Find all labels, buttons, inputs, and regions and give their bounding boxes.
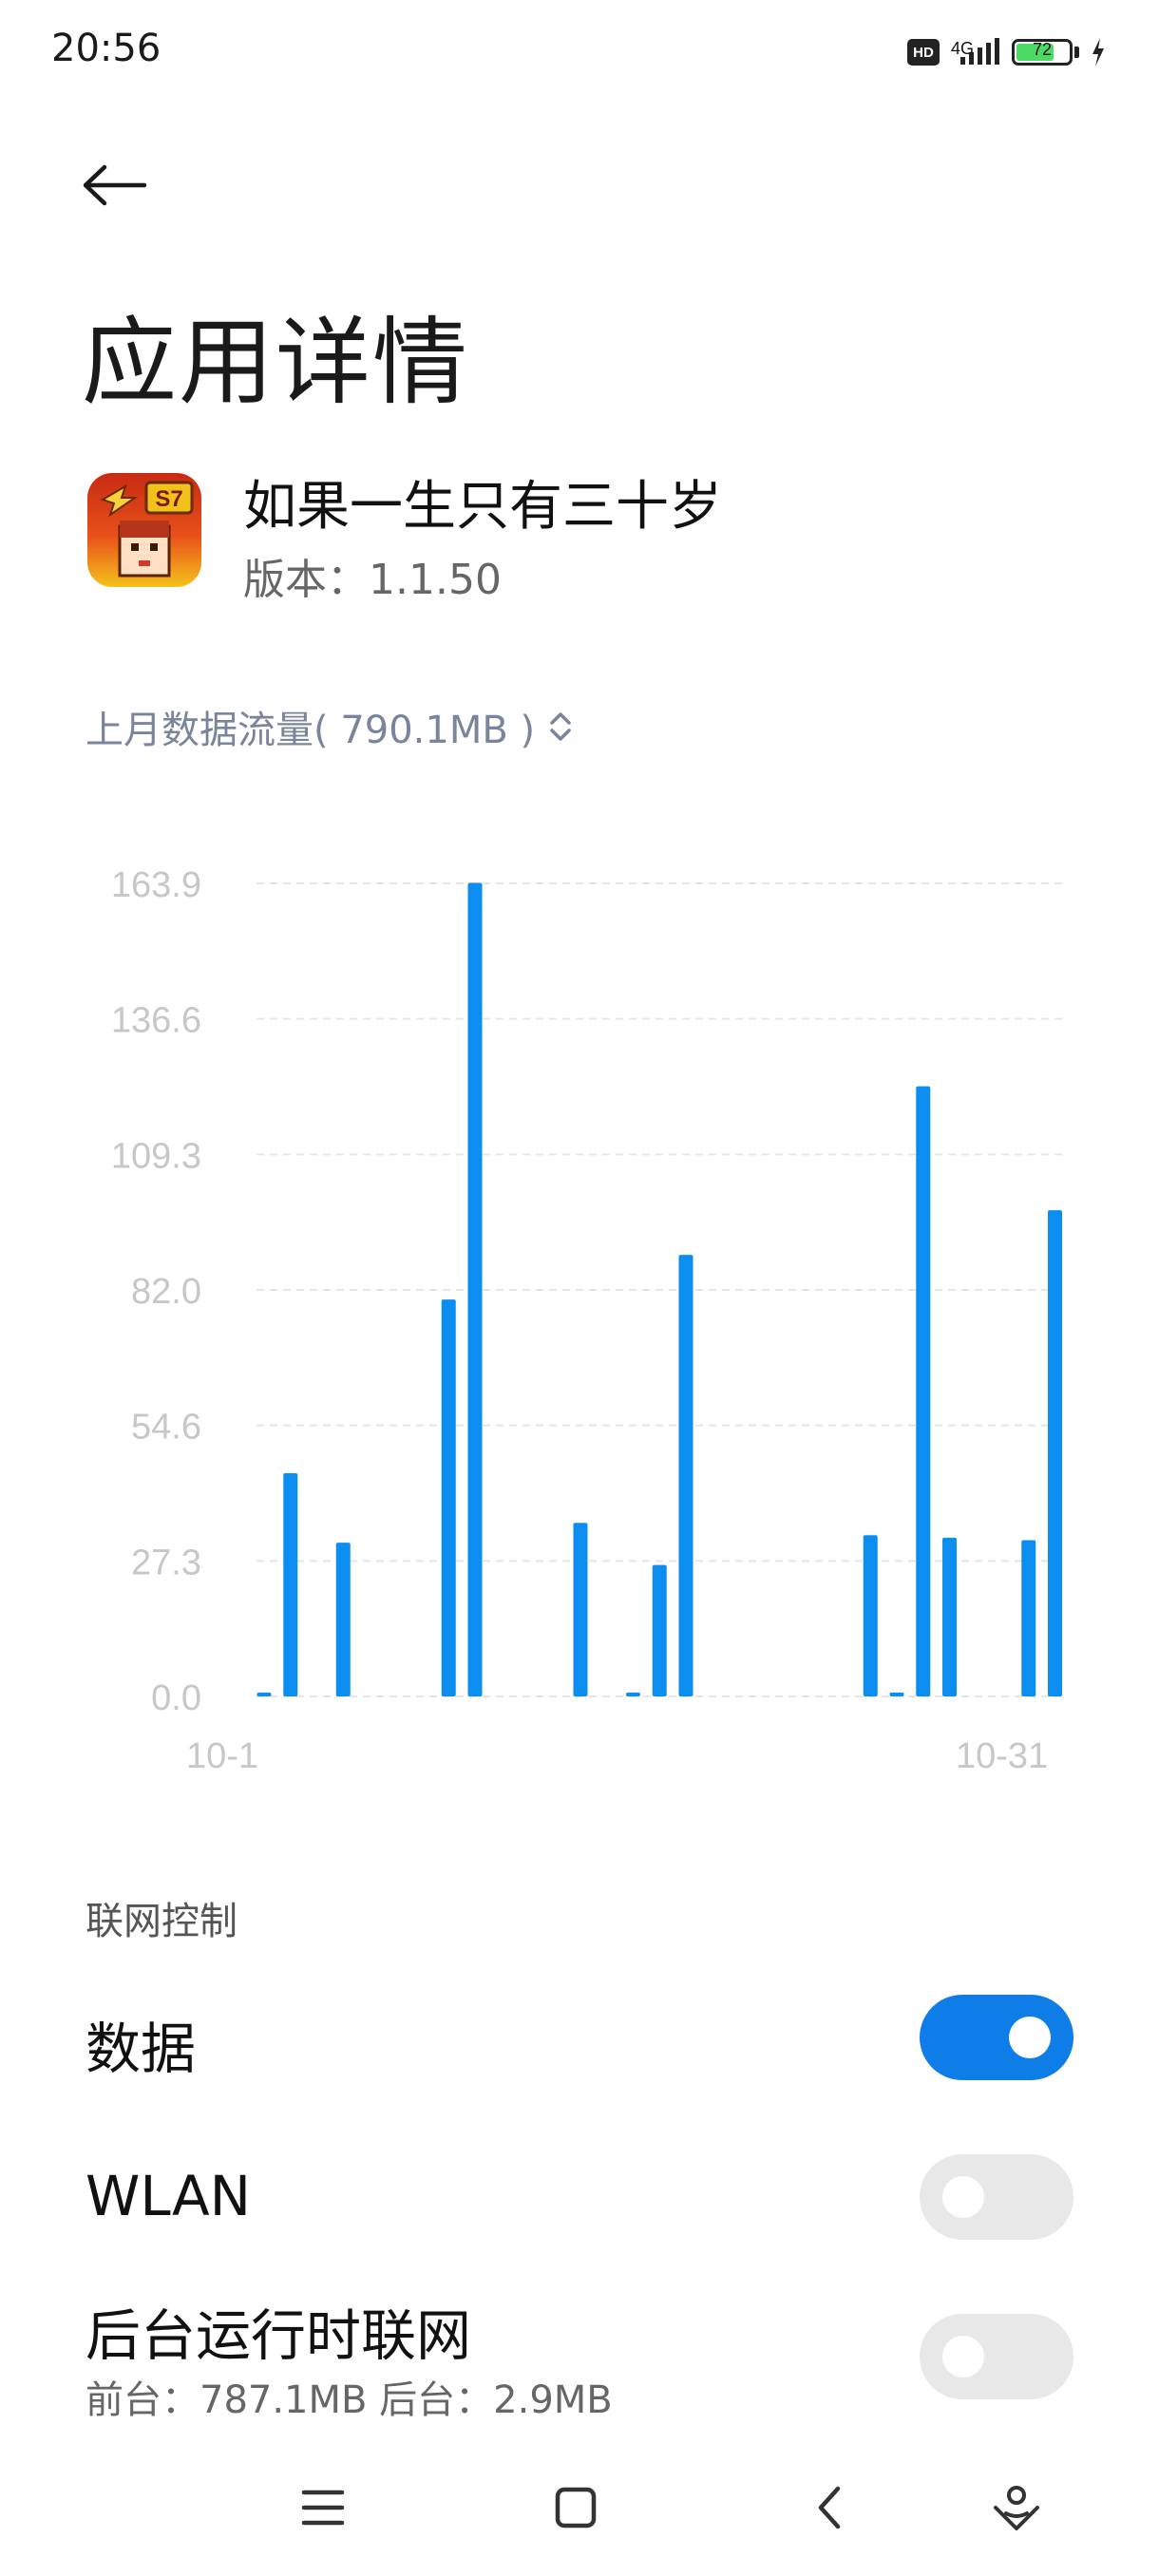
chart-bar-day-13 <box>573 1523 588 1696</box>
data-usage-chart: 163.9 136.6 109.3 82.0 54.6 27.3 0.0 10-1 10-3… <box>111 865 1066 1776</box>
status-icons: HD 4G 72 <box>906 32 1106 72</box>
signal-icon: 4G <box>951 38 1000 66</box>
background-network-row: 后台运行时联网 前台：787.1MB 后台：2.9MB <box>86 2291 1074 2434</box>
battery-icon: 72 <box>1012 39 1073 66</box>
toggle-knob <box>942 2176 984 2218</box>
y-tick-label: 82.0 <box>131 1272 201 1312</box>
app-icon-badge: S7 <box>155 486 182 512</box>
data-usage-period-selector[interactable]: 上月数据流量( 790.1MB ) <box>86 699 575 754</box>
hd-icon: HD <box>906 39 940 66</box>
mobile-data-label: 数据 <box>86 2017 197 2081</box>
chart-bar-day-24 <box>863 1535 878 1696</box>
charging-bolt-icon <box>1092 38 1104 66</box>
y-tick-label: 136.6 <box>111 1001 201 1041</box>
navigation-bar <box>0 2460 1159 2565</box>
app-version: 版本：1.1.50 <box>243 556 502 604</box>
x-axis-end-label: 10-31 <box>956 1736 1048 1776</box>
status-time: 20:56 <box>51 27 162 70</box>
menu-button[interactable] <box>276 2460 370 2555</box>
chart-bar-day-31 <box>1048 1210 1062 1696</box>
network-type-label: 4G <box>950 39 974 58</box>
background-network-toggle[interactable] <box>920 2314 1074 2399</box>
toggle-knob <box>1009 2017 1051 2058</box>
foreground-background-usage: 前台：787.1MB 后台：2.9MB <box>86 2378 613 2422</box>
chevron-up-down-icon <box>550 712 571 741</box>
home-square-icon <box>555 2487 597 2529</box>
arrow-left-icon <box>83 164 146 206</box>
mobile-data-toggle[interactable] <box>920 1995 1074 2080</box>
battery-cap <box>1074 47 1079 58</box>
back-chevron-icon <box>818 2486 841 2529</box>
chart-bar-day-17 <box>678 1255 694 1696</box>
chart-bar-day-26 <box>916 1086 931 1696</box>
y-tick-label: 0.0 <box>151 1678 201 1718</box>
y-tick-label: 27.3 <box>131 1543 201 1582</box>
chart-bar-day-27 <box>942 1537 957 1696</box>
y-tick-label: 163.9 <box>111 865 201 905</box>
home-button[interactable] <box>528 2460 623 2555</box>
battery-level: 72 <box>1032 40 1053 59</box>
chart-bar-day-30 <box>1021 1540 1036 1696</box>
network-control-section-label: 联网控制 <box>86 1900 238 1943</box>
chart-x-labels: 10-1 10-31 <box>186 1736 1048 1776</box>
x-axis-start-label: 10-1 <box>186 1736 258 1776</box>
mobile-data-row: 数据 <box>86 1972 1074 2105</box>
wlan-label: WLAN <box>86 2164 252 2228</box>
chart-bar-day-15 <box>626 1692 640 1696</box>
background-network-label: 后台运行时联网 <box>86 2303 472 2368</box>
back-nav-button[interactable] <box>783 2460 878 2555</box>
assistant-icon <box>994 2486 1039 2530</box>
chart-bar-day-8 <box>441 1299 456 1696</box>
chart-bar-day-2 <box>283 1472 298 1696</box>
chart-bar-day-25 <box>889 1692 904 1696</box>
chart-y-ticks: 163.9 136.6 109.3 82.0 54.6 27.3 0.0 <box>111 865 201 1718</box>
data-usage-label: 上月数据流量( 790.1MB ) <box>86 709 536 752</box>
chart-bar-day-9 <box>467 882 483 1696</box>
y-tick-label: 109.3 <box>111 1136 201 1176</box>
toggle-knob <box>942 2336 984 2377</box>
wlan-toggle[interactable] <box>920 2154 1074 2240</box>
chart-bar-day-1 <box>256 1692 272 1696</box>
chart-bar-day-4 <box>335 1543 351 1696</box>
y-tick-label: 54.6 <box>131 1408 201 1448</box>
chart-bar-day-16 <box>652 1564 667 1696</box>
app-name: 如果一生只有三十岁 <box>243 476 722 538</box>
wlan-row: WLAN <box>86 2131 1074 2264</box>
back-button[interactable] <box>76 152 152 218</box>
menu-icon <box>301 2490 345 2526</box>
assistant-button[interactable] <box>969 2460 1064 2555</box>
page-title: 应用详情 <box>82 307 469 418</box>
app-icon: S7 <box>87 473 201 587</box>
